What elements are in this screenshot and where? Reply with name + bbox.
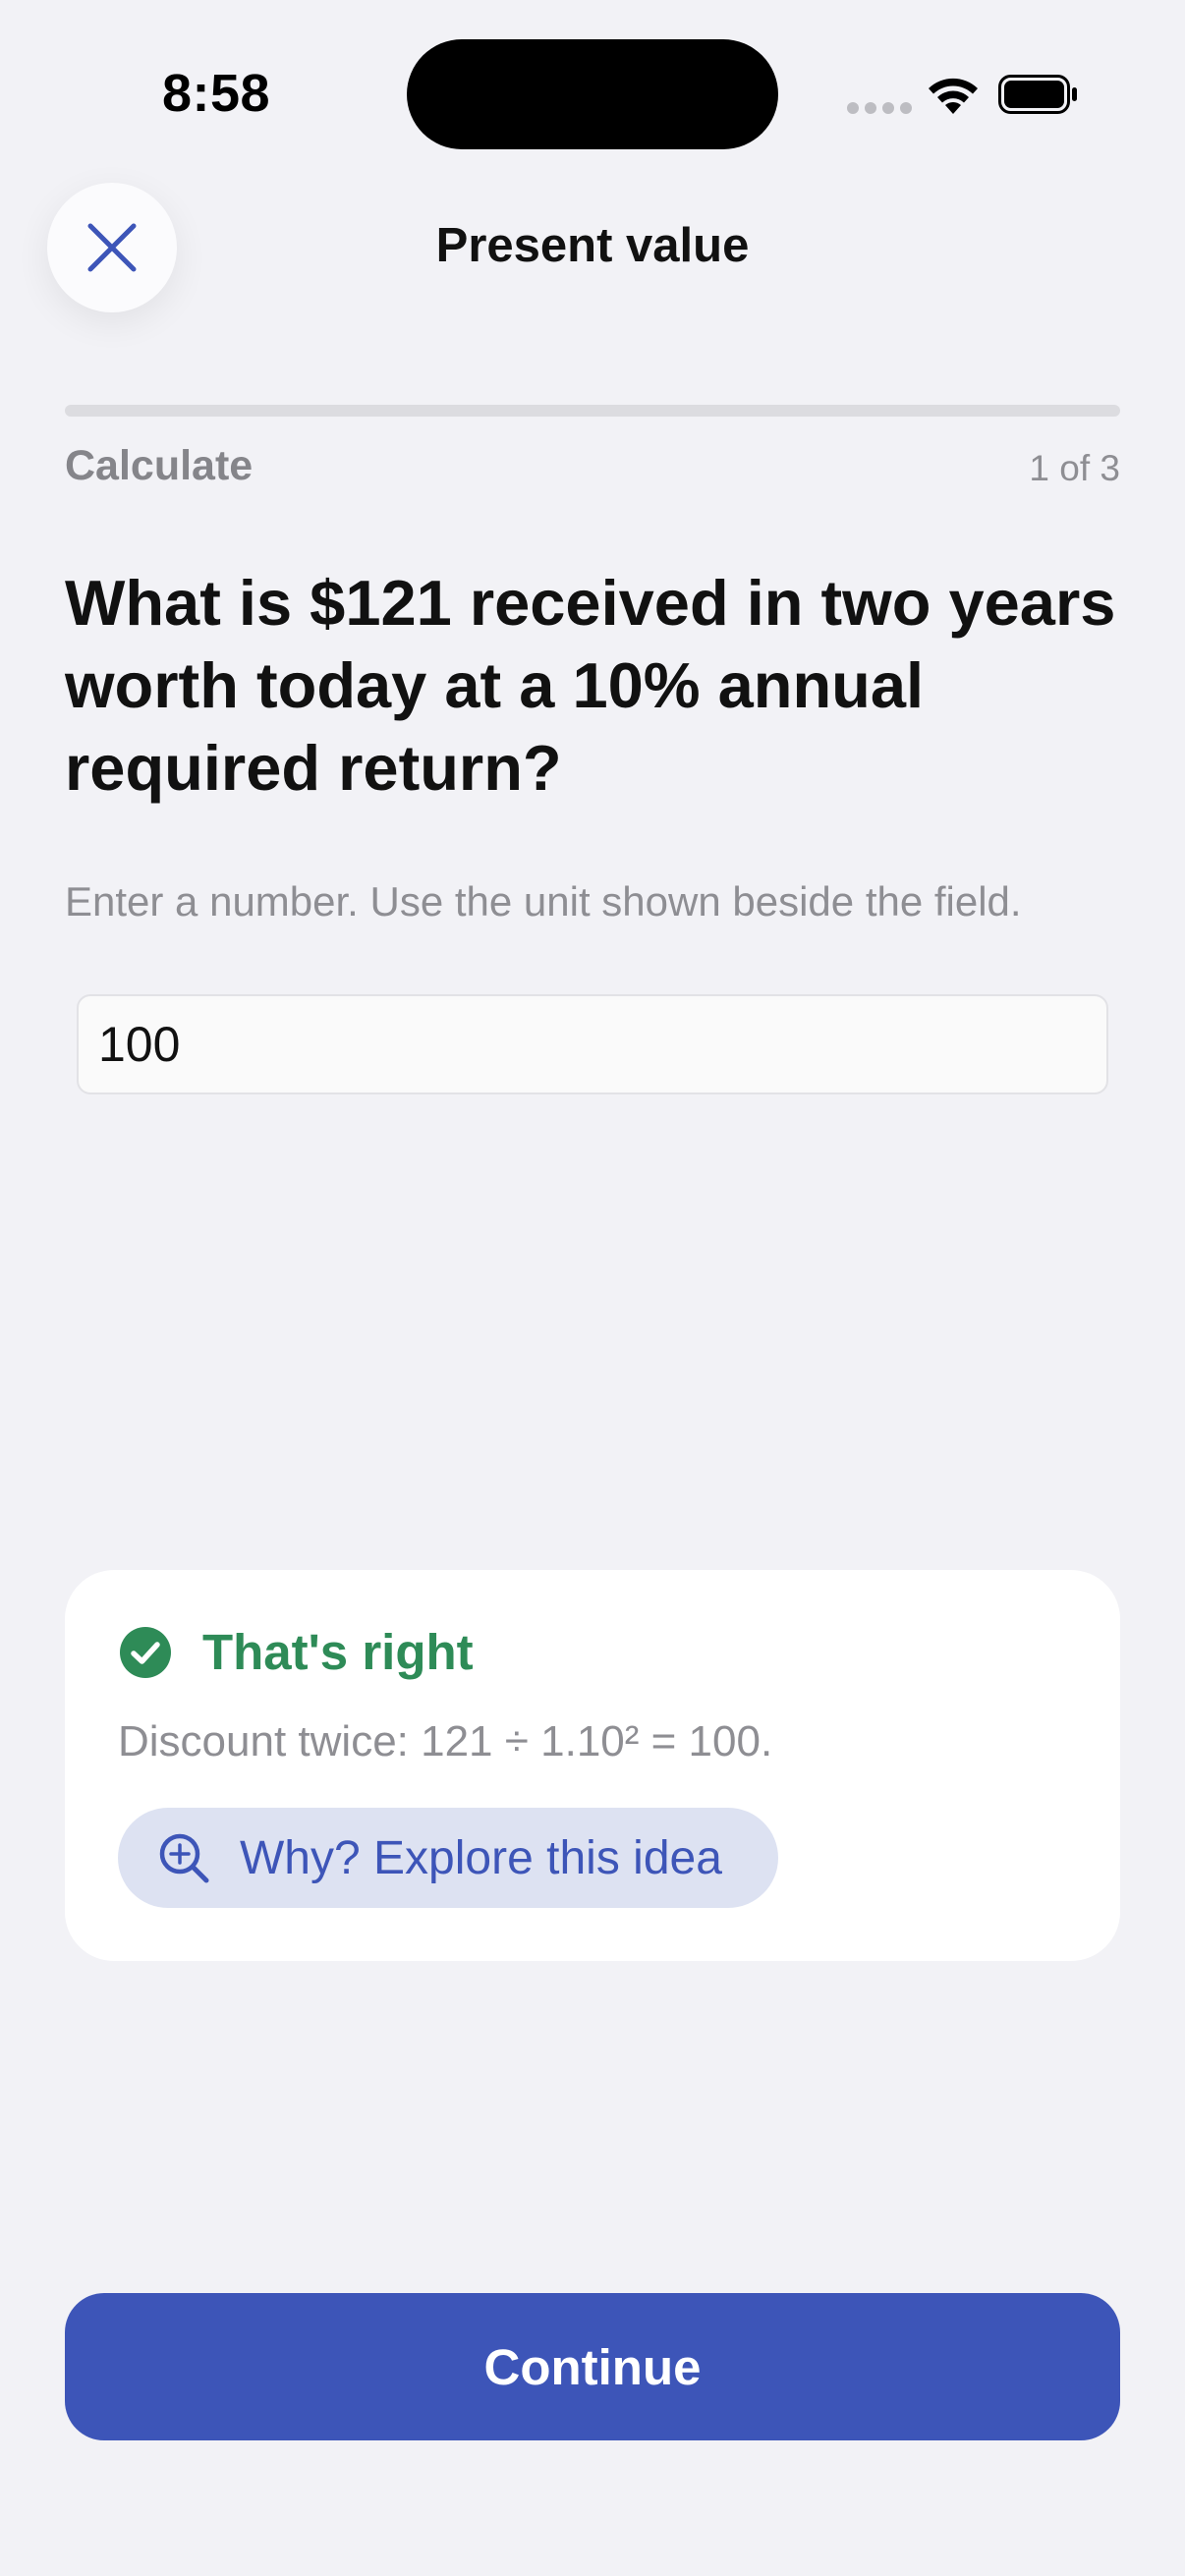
step-label: Calculate <box>65 442 254 489</box>
explore-idea-button[interactable]: Why? Explore this idea <box>118 1808 778 1908</box>
feedback-title: That's right <box>202 1624 474 1680</box>
wifi-icon <box>929 78 978 114</box>
question-text: What is $121 received in two years worth… <box>65 567 1116 804</box>
feedback-explanation: Discount twice: 121 ÷ 1.10² = 100. <box>118 1717 773 1765</box>
continue-button[interactable]: Continue <box>65 2293 1120 2440</box>
answer-input[interactable] <box>77 994 1108 1094</box>
feedback-card: That's right Discount twice: 121 ÷ 1.10²… <box>65 1570 1120 1961</box>
progress-bar <box>65 405 1120 417</box>
dynamic-island <box>407 39 778 149</box>
check-circle-icon <box>120 1627 171 1678</box>
page-title: Present value <box>435 219 750 272</box>
battery-icon <box>998 75 1077 114</box>
instructions-text: Enter a number. Use the unit shown besid… <box>65 878 1022 924</box>
explore-idea-label: Why? Explore this idea <box>240 1831 722 1884</box>
step-count: 1 of 3 <box>1029 448 1120 488</box>
status-time: 8:58 <box>162 64 271 123</box>
zoom-in-icon <box>159 1833 209 1883</box>
continue-label: Continue <box>483 2338 702 2395</box>
cellular-signal-icon <box>847 102 912 114</box>
